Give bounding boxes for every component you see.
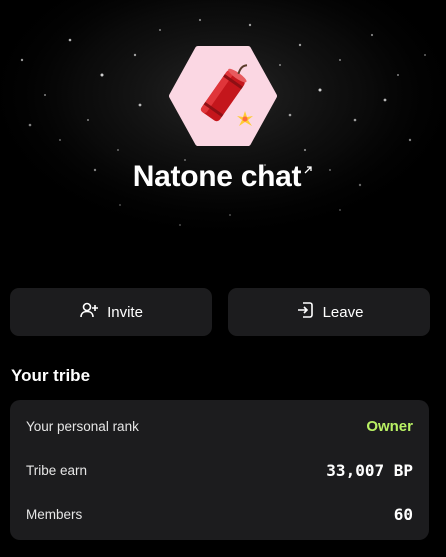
add-user-icon: [79, 300, 99, 324]
leave-button[interactable]: Leave: [228, 288, 430, 336]
members-label: Members: [26, 506, 83, 522]
leave-label: Leave: [322, 303, 364, 321]
external-link-icon[interactable]: [303, 162, 313, 180]
earn-row: Tribe earn 33,007 BP: [26, 460, 413, 480]
rank-value: Owner: [366, 417, 413, 435]
section-title: Your tribe: [11, 366, 91, 385]
rank-row: Your personal rank Owner: [26, 416, 413, 436]
rank-label: Your personal rank: [26, 418, 139, 434]
tribe-card: Your personal rank Owner Tribe earn 33,0…: [10, 400, 429, 540]
chat-header: Natone chat: [0, 0, 446, 270]
logout-icon: [295, 300, 315, 324]
chat-title[interactable]: Natone chat: [133, 160, 302, 194]
invite-button[interactable]: Invite: [10, 288, 212, 336]
members-row: Members 60: [26, 504, 413, 524]
invite-label: Invite: [107, 303, 143, 321]
firecracker-icon: [169, 46, 277, 146]
chat-avatar: [168, 41, 278, 151]
earn-value: 33,007 BP: [326, 460, 413, 480]
members-value: 60: [393, 504, 413, 524]
earn-label: Tribe earn: [26, 462, 88, 478]
chat-title-row[interactable]: Natone chat: [0, 160, 446, 194]
